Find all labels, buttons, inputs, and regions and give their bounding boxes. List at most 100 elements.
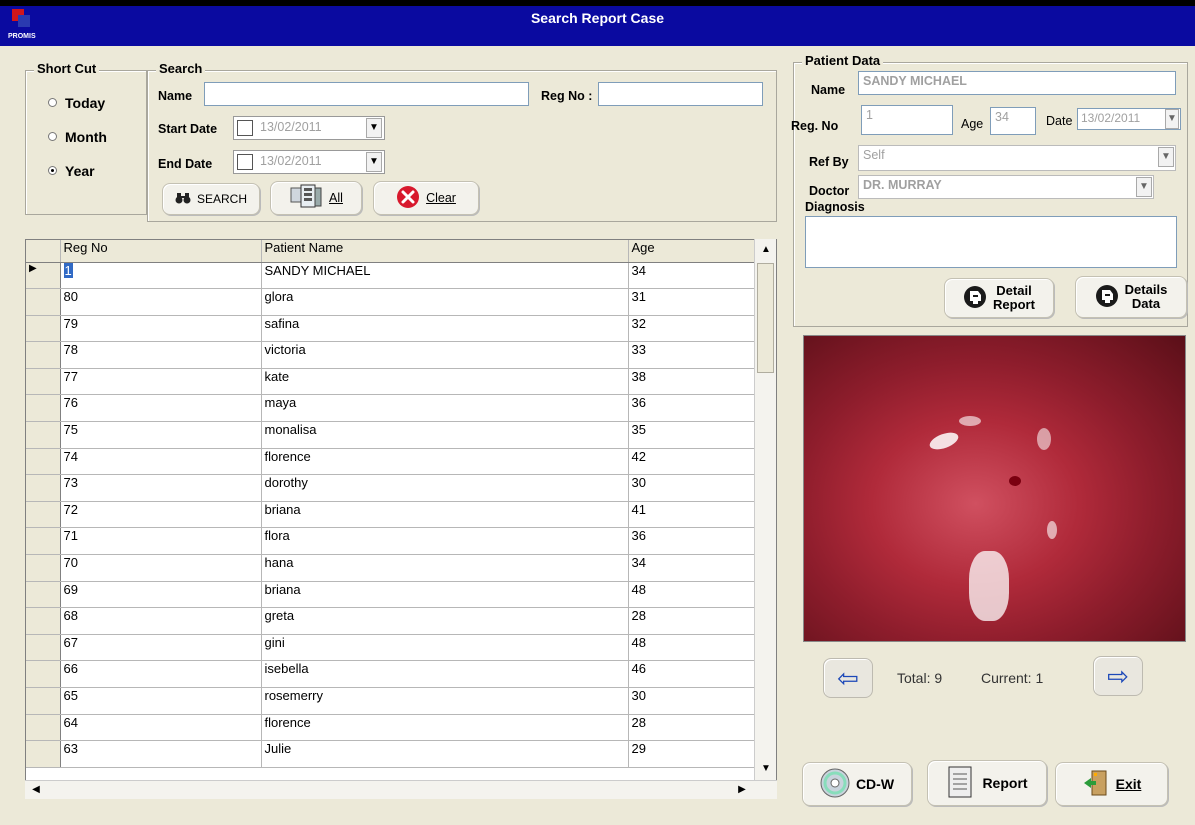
scroll-down-arrow-icon[interactable]: ▼ [755, 760, 777, 778]
cell-regno[interactable]: 78 [60, 341, 262, 369]
row-selector[interactable] [26, 634, 61, 662]
detail-report-button[interactable]: Detail Report [944, 278, 1054, 318]
doctor-dropdown-icon[interactable]: ▼ [1136, 177, 1152, 197]
report-button[interactable]: Report [927, 760, 1047, 806]
cell-patient-name[interactable]: florence [261, 714, 629, 742]
table-row[interactable]: 79 safina 32 [26, 315, 757, 343]
medical-image-view[interactable] [803, 335, 1186, 642]
row-selector[interactable] [26, 501, 61, 529]
row-selector[interactable] [26, 368, 61, 396]
row-selector[interactable] [26, 474, 61, 502]
cell-patient-name[interactable]: greta [261, 607, 629, 635]
table-row[interactable]: 78 victoria 33 [26, 341, 757, 369]
end-date-dropdown-icon[interactable]: ▼ [366, 152, 382, 172]
scroll-right-arrow-icon[interactable]: ▶ [731, 781, 753, 799]
cell-age[interactable]: 29 [628, 740, 757, 768]
cell-regno[interactable]: 73 [60, 474, 262, 502]
row-selector[interactable] [26, 687, 61, 715]
cell-age[interactable]: 34 [628, 554, 757, 582]
table-row[interactable]: 63 Julie 29 [26, 740, 757, 768]
cell-patient-name[interactable]: rosemerry [261, 687, 629, 715]
cell-regno[interactable]: 72 [60, 501, 262, 529]
cell-age[interactable]: 30 [628, 687, 757, 715]
diagnosis-field[interactable] [805, 216, 1177, 268]
table-row[interactable]: 70 hana 34 [26, 554, 757, 582]
cell-regno[interactable]: 76 [60, 394, 262, 423]
row-selector[interactable] [26, 448, 61, 476]
grid-vertical-scrollbar[interactable]: ▲ ▼ [754, 239, 776, 780]
radio-year-indicator[interactable] [48, 166, 57, 175]
vertical-scroll-thumb[interactable] [757, 263, 774, 373]
cell-regno[interactable]: 79 [60, 315, 262, 343]
row-selector[interactable] [26, 315, 61, 343]
cell-age[interactable]: 28 [628, 607, 757, 635]
cell-patient-name[interactable]: flora [261, 527, 629, 556]
table-row[interactable]: 71 flora 36 [26, 527, 757, 556]
table-row[interactable]: 73 dorothy 30 [26, 474, 757, 502]
start-date-checkbox[interactable] [237, 120, 253, 136]
cell-regno[interactable]: 70 [60, 554, 262, 582]
radio-today-indicator[interactable] [48, 98, 57, 107]
cell-age[interactable]: 48 [628, 634, 757, 662]
row-selector[interactable] [26, 581, 61, 609]
table-row[interactable]: ▶ 1 SANDY MICHAEL 34 [26, 262, 757, 290]
table-row[interactable]: 72 briana 41 [26, 501, 757, 529]
table-row[interactable]: 76 maya 36 [26, 394, 757, 423]
ref-by-select[interactable]: Self ▼ [858, 145, 1176, 171]
cell-patient-name[interactable]: dorothy [261, 474, 629, 502]
cell-age[interactable]: 28 [628, 714, 757, 742]
column-header-patient-name[interactable]: Patient Name [261, 240, 629, 263]
cell-age[interactable]: 46 [628, 660, 757, 688]
row-selector[interactable] [26, 660, 61, 688]
cell-patient-name[interactable]: SANDY MICHAEL [261, 262, 629, 290]
cell-patient-name[interactable]: hana [261, 554, 629, 582]
cell-patient-name[interactable]: safina [261, 315, 629, 343]
start-date-picker[interactable]: 13/02/2011 ▼ [233, 116, 385, 140]
table-row[interactable]: 75 monalisa 35 [26, 421, 757, 449]
cell-regno[interactable]: 74 [60, 448, 262, 476]
cell-age[interactable]: 33 [628, 341, 757, 369]
cell-age[interactable]: 32 [628, 315, 757, 343]
patient-grid[interactable]: Reg No Patient Name Age ▶ 1 SANDY MICHAEL 3… [25, 239, 777, 799]
radio-year[interactable]: Year [48, 163, 95, 179]
scroll-up-arrow-icon[interactable]: ▲ [755, 241, 777, 259]
start-date-dropdown-icon[interactable]: ▼ [366, 118, 382, 138]
cell-patient-name[interactable]: isebella [261, 660, 629, 688]
cell-regno[interactable]: 66 [60, 660, 262, 688]
cell-regno[interactable]: 71 [60, 527, 262, 556]
radio-month-indicator[interactable] [48, 132, 57, 141]
cell-age[interactable]: 31 [628, 288, 757, 316]
column-header-age[interactable]: Age [628, 240, 757, 263]
patient-name-field[interactable]: SANDY MICHAEL [858, 71, 1176, 95]
cell-age[interactable]: 30 [628, 474, 757, 502]
end-date-checkbox[interactable] [237, 154, 253, 170]
cell-regno[interactable]: 68 [60, 607, 262, 635]
doctor-select[interactable]: DR. MURRAY ▼ [858, 175, 1154, 199]
patient-regno-field[interactable]: 1 [861, 105, 953, 135]
cell-age[interactable]: 41 [628, 501, 757, 529]
search-name-input[interactable] [204, 82, 529, 106]
cell-patient-name[interactable]: glora [261, 288, 629, 316]
cell-age[interactable]: 38 [628, 368, 757, 396]
row-selector[interactable] [26, 288, 61, 316]
cell-age[interactable]: 36 [628, 394, 757, 423]
cell-regno[interactable]: 65 [60, 687, 262, 715]
cell-patient-name[interactable]: briana [261, 501, 629, 529]
table-row[interactable]: 66 isebella 46 [26, 660, 757, 688]
cell-regno[interactable]: 64 [60, 714, 262, 742]
row-selector[interactable] [26, 740, 61, 768]
end-date-picker[interactable]: 13/02/2011 ▼ [233, 150, 385, 174]
table-row[interactable]: 69 briana 48 [26, 581, 757, 609]
row-selector[interactable] [26, 714, 61, 742]
details-data-button[interactable]: Details Data [1075, 276, 1187, 318]
exit-button[interactable]: Exit [1055, 762, 1168, 806]
cell-regno[interactable]: 80 [60, 288, 262, 316]
patient-age-field[interactable]: 34 [990, 107, 1036, 135]
patient-date-picker[interactable]: 13/02/2011 ▼ [1077, 108, 1181, 130]
table-row[interactable]: 77 kate 38 [26, 368, 757, 396]
scroll-left-arrow-icon[interactable]: ◀ [25, 781, 47, 799]
radio-today[interactable]: Today [48, 95, 105, 111]
previous-image-button[interactable]: ⇦ [823, 658, 873, 698]
clear-button[interactable]: Clear [373, 181, 479, 215]
table-row[interactable]: 67 gini 48 [26, 634, 757, 662]
